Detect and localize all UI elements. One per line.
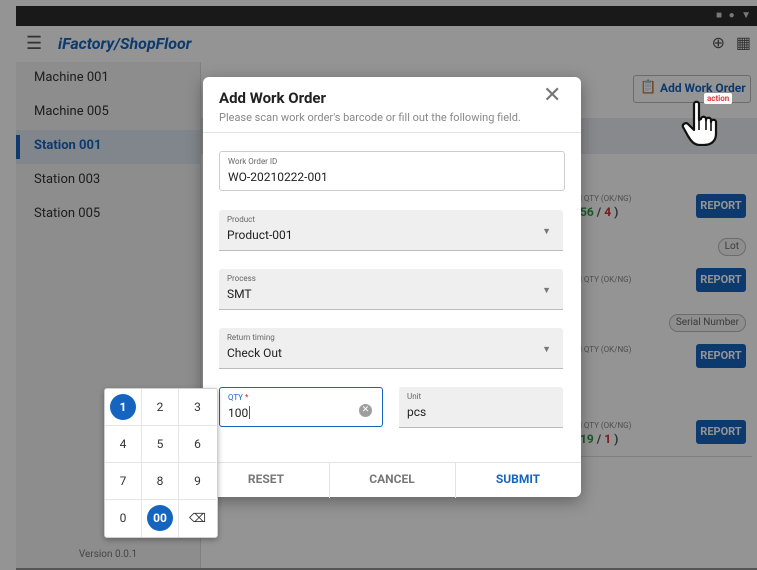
- key-6[interactable]: 6: [179, 426, 216, 463]
- dropdown-caret-icon: ▼: [542, 345, 551, 355]
- field-label: QTY *: [228, 393, 249, 402]
- field-label: Product: [227, 215, 255, 224]
- key-3[interactable]: 3: [179, 389, 216, 426]
- key-8[interactable]: 8: [142, 463, 179, 500]
- dropdown-caret-icon: ▼: [542, 286, 551, 296]
- field-label: Unit: [407, 392, 422, 401]
- dialog-title: Add Work Order: [219, 89, 327, 107]
- field-value: Check Out: [227, 346, 282, 360]
- field-value: 100: [228, 406, 251, 420]
- backspace-icon[interactable]: ⌫: [179, 500, 216, 537]
- field-value: SMT: [227, 287, 252, 301]
- dialog-footer: RESET CANCEL SUBMIT: [203, 462, 581, 498]
- add-work-order-dialog: Add Work Order Please scan work order's …: [203, 77, 581, 498]
- key-9[interactable]: 9: [179, 463, 216, 500]
- field-label: Return timing: [227, 333, 275, 342]
- product-select[interactable]: Product Product-001 ▼: [219, 210, 563, 251]
- qty-input[interactable]: QTY * 100 ✕: [219, 387, 383, 427]
- unit-field: Unit pcs: [399, 387, 563, 428]
- key-0[interactable]: 0: [105, 500, 142, 537]
- key-1[interactable]: 1: [105, 389, 142, 426]
- field-value: Product-001: [227, 228, 293, 242]
- dropdown-caret-icon: ▼: [542, 227, 551, 237]
- divider: [203, 132, 581, 133]
- dialog-subtitle: Please scan work order's barcode or fill…: [219, 111, 521, 124]
- close-icon[interactable]: ✕: [543, 83, 561, 108]
- text-cursor: [249, 406, 251, 419]
- field-value: pcs: [407, 405, 427, 419]
- numeric-keypad: 1 2 3 4 5 6 7 8 9 0 00 ⌫: [104, 388, 218, 538]
- key-2[interactable]: 2: [142, 389, 179, 426]
- work-order-id-field[interactable]: Work Order ID WO-20210222-001: [219, 151, 565, 191]
- key-7[interactable]: 7: [105, 463, 142, 500]
- key-5[interactable]: 5: [142, 426, 179, 463]
- key-00[interactable]: 00: [142, 500, 179, 537]
- key-4[interactable]: 4: [105, 426, 142, 463]
- hand-pointer-icon: [681, 100, 718, 146]
- clear-icon[interactable]: ✕: [359, 404, 372, 417]
- return-timing-select[interactable]: Return timing Check Out ▼: [219, 328, 563, 369]
- required-mark: *: [244, 393, 249, 402]
- process-select[interactable]: Process SMT ▼: [219, 269, 563, 310]
- field-value: WO-20210222-001: [228, 170, 328, 184]
- reset-button[interactable]: RESET: [203, 463, 330, 498]
- submit-button[interactable]: SUBMIT: [455, 463, 581, 498]
- field-label: Process: [227, 274, 256, 283]
- cancel-button[interactable]: CANCEL: [329, 463, 456, 498]
- action-tag: action: [704, 93, 733, 104]
- field-label: Work Order ID: [228, 157, 278, 166]
